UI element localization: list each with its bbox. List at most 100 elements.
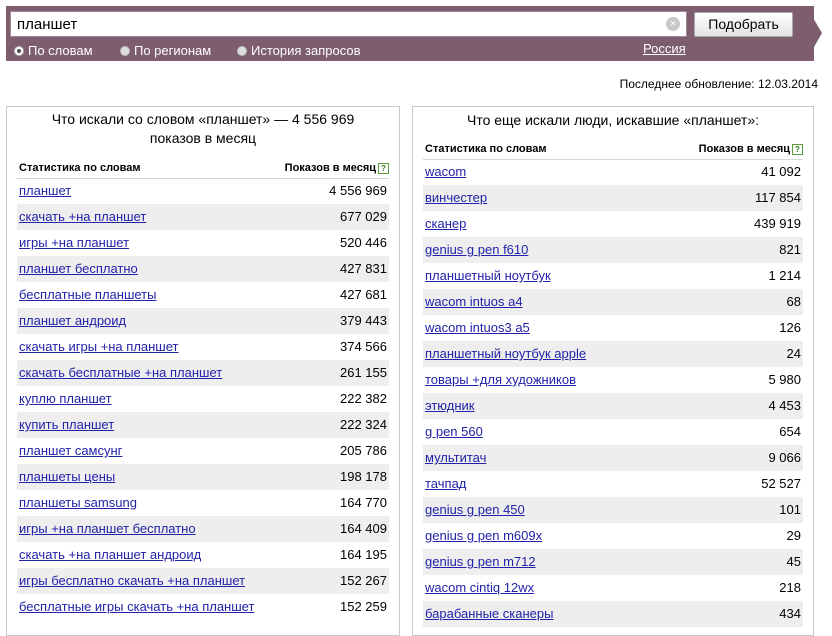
table-row: genius g pen m609x 29	[423, 523, 803, 549]
radio-by-regions[interactable]: По регионам	[120, 43, 211, 58]
help-icon[interactable]: ?	[792, 144, 803, 155]
show-count: 439 919	[754, 216, 801, 231]
phrase-link[interactable]: планшетный ноутбук apple	[425, 346, 586, 361]
search-field[interactable]: ×	[10, 11, 687, 37]
panel-title: Что еще искали люди, искавшие «планшет»:	[466, 112, 760, 128]
phrase-link[interactable]: бесплатные планшеты	[19, 287, 156, 302]
show-count: 152 259	[340, 599, 387, 614]
show-count: 1 214	[768, 268, 801, 283]
submit-button[interactable]: Подобрать	[694, 12, 793, 37]
table-row: товары +для художников 5 980	[423, 367, 803, 393]
phrase-link[interactable]: тачпад	[425, 476, 466, 491]
table-row: g pen 560 654	[423, 419, 803, 445]
phrase-link[interactable]: этюдник	[425, 398, 474, 413]
show-count: 374 566	[340, 339, 387, 354]
phrase-link[interactable]: планшеты samsung	[19, 495, 137, 510]
table-row: куплю планшет 222 382	[17, 386, 389, 412]
column-shows: Показов в месяц?	[285, 162, 389, 174]
phrase-link[interactable]: wacom	[425, 164, 466, 179]
region-link[interactable]: Россия	[643, 41, 686, 56]
last-updated: Последнее обновление: 12.03.2014	[619, 77, 818, 91]
show-count: 222 324	[340, 417, 387, 432]
search-input[interactable]	[17, 14, 657, 34]
phrase-link[interactable]: планшет бесплатно	[19, 261, 138, 276]
show-count: 434	[779, 606, 801, 621]
table-row: genius g pen 450 101	[423, 497, 803, 523]
phrase-link[interactable]: товары +для художников	[425, 372, 576, 387]
column-words: Статистика по словам	[19, 162, 141, 174]
phrase-link[interactable]: genius g pen f610	[425, 242, 528, 257]
phrase-link[interactable]: планшет	[19, 183, 71, 198]
phrase-link[interactable]: wacom intuos3 a5	[425, 320, 530, 335]
table-row: genius g pen f610 821	[423, 237, 803, 263]
panel-title-line1: Что искали со словом «планшет» — 4 556 9…	[51, 111, 355, 127]
show-count: 164 409	[340, 521, 387, 536]
clear-icon[interactable]: ×	[666, 17, 680, 31]
phrase-link[interactable]: мультитач	[425, 450, 486, 465]
help-icon[interactable]: ?	[378, 163, 389, 174]
show-count: 427 681	[340, 287, 387, 302]
table-row: бесплатные планшеты 427 681	[17, 282, 389, 308]
table-row: планшеты цены 198 178	[17, 464, 389, 490]
phrase-link[interactable]: бесплатные игры скачать +на планшет	[19, 599, 254, 614]
column-shows-label: Показов в месяц	[284, 162, 376, 174]
show-count: 68	[786, 294, 801, 309]
table-row: скачать +на планшет 677 029	[17, 204, 389, 230]
phrase-link[interactable]: скачать игры +на планшет	[19, 339, 179, 354]
phrase-link[interactable]: планшетный ноутбук	[425, 268, 551, 283]
show-count: 29	[786, 528, 801, 543]
phrase-link[interactable]: барабанные сканеры	[425, 606, 553, 621]
table-row: wacom intuos3 a5 126	[423, 315, 803, 341]
show-count: 677 029	[340, 209, 387, 224]
phrase-link[interactable]: игры бесплатно скачать +на планшет	[19, 573, 245, 588]
table-row: этюдник 4 453	[423, 393, 803, 419]
column-words: Статистика по словам	[425, 143, 547, 155]
table-row: бесплатные игры скачать +на планшет 152 2…	[17, 594, 389, 620]
phrase-link[interactable]: игры +на планшет	[19, 235, 129, 250]
table-row: сканер 439 919	[423, 211, 803, 237]
phrase-link[interactable]: wacom cintiq 12wx	[425, 580, 534, 595]
column-shows-label: Показов в месяц	[698, 143, 790, 155]
phrase-link[interactable]: планшет самсунг	[19, 443, 122, 458]
phrase-link[interactable]: genius g pen m712	[425, 554, 536, 569]
phrase-link[interactable]: винчестер	[425, 190, 487, 205]
radio-checked-icon[interactable]	[14, 46, 24, 56]
radio-label: По словам	[28, 43, 93, 58]
show-count: 821	[779, 242, 801, 257]
table-row: купить планшет 222 324	[17, 412, 389, 438]
phrase-link[interactable]: игры +на планшет бесплатно	[19, 521, 196, 536]
show-count: 9 066	[768, 450, 801, 465]
phrase-link[interactable]: скачать +на планшет	[19, 209, 146, 224]
table-row: genius g pen m712 45	[423, 549, 803, 575]
table-row: планшет 4 556 969	[17, 178, 389, 204]
radio-unchecked-icon[interactable]	[237, 46, 247, 56]
phrase-link[interactable]: genius g pen 450	[425, 502, 525, 517]
phrase-link[interactable]: планшет андроид	[19, 313, 126, 328]
show-count: 164 195	[340, 547, 387, 562]
table-row: wacom intuos a4 68	[423, 289, 803, 315]
phrase-link[interactable]: wacom intuos a4	[425, 294, 523, 309]
phrase-link[interactable]: сканер	[425, 216, 466, 231]
table-row: игры бесплатно скачать +на планшет 152 26…	[17, 568, 389, 594]
show-count: 205 786	[340, 443, 387, 458]
radio-label: История запросов	[251, 43, 361, 58]
table-row: скачать бесплатные +на планшет 261 155	[17, 360, 389, 386]
phrase-link[interactable]: планшеты цены	[19, 469, 115, 484]
radio-query-history[interactable]: История запросов	[237, 43, 361, 58]
phrase-link[interactable]: genius g pen m609x	[425, 528, 542, 543]
column-shows: Показов в месяц?	[699, 143, 803, 155]
phrase-link[interactable]: скачать +на планшет андроид	[19, 547, 201, 562]
radio-unchecked-icon[interactable]	[120, 46, 130, 56]
phrase-link[interactable]: g pen 560	[425, 424, 483, 439]
table-row: планшеты samsung 164 770	[17, 490, 389, 516]
phrase-link[interactable]: куплю планшет	[19, 391, 112, 406]
column-header: Статистика по словам Показов в месяц?	[423, 141, 803, 160]
table-row: мультитач 9 066	[423, 445, 803, 471]
table-row: тачпад 52 527	[423, 471, 803, 497]
phrase-link[interactable]: скачать бесплатные +на планшет	[19, 365, 222, 380]
show-count: 152 267	[340, 573, 387, 588]
radio-by-words[interactable]: По словам	[14, 43, 93, 58]
panel-title: Что искали со словом «планшет» — 4 556 9…	[7, 110, 399, 148]
phrase-link[interactable]: купить планшет	[19, 417, 114, 432]
show-count: 52 527	[761, 476, 801, 491]
